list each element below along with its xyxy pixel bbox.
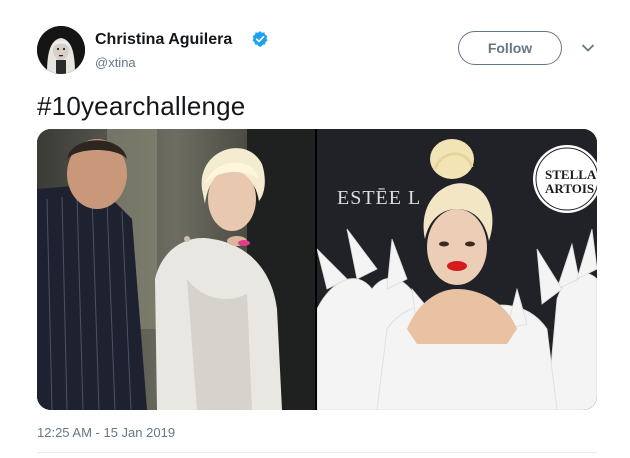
photo-right[interactable]: ESTĒE L STELLA ARTOIS (317, 129, 597, 410)
avatar-portrait-icon (37, 26, 85, 74)
author-handle[interactable]: @xtina (95, 54, 136, 72)
tweet-card: Christina Aguilera @xtina Follow #10year… (0, 0, 630, 458)
sign-text-1: ESTĒE L (337, 187, 421, 209)
chevron-down-icon[interactable] (580, 42, 596, 54)
author-name[interactable]: Christina Aguilera (95, 30, 232, 50)
photo-then-icon (37, 129, 315, 410)
verified-badge-icon (252, 31, 268, 47)
tweet-timestamp[interactable]: 12:25 AM - 15 Jan 2019 (37, 424, 175, 442)
divider (37, 452, 597, 453)
photo-left[interactable] (37, 129, 315, 410)
photo-now-icon: ESTĒE L STELLA ARTOIS (317, 129, 597, 410)
sign-text-2: STELLA (545, 167, 597, 182)
media-grid[interactable]: ESTĒE L STELLA ARTOIS (37, 129, 597, 410)
avatar[interactable] (37, 26, 85, 74)
follow-button[interactable]: Follow (458, 31, 562, 65)
tweet-text: #10yearchallenge (37, 91, 246, 121)
sign-text-3: ARTOIS (545, 181, 594, 196)
